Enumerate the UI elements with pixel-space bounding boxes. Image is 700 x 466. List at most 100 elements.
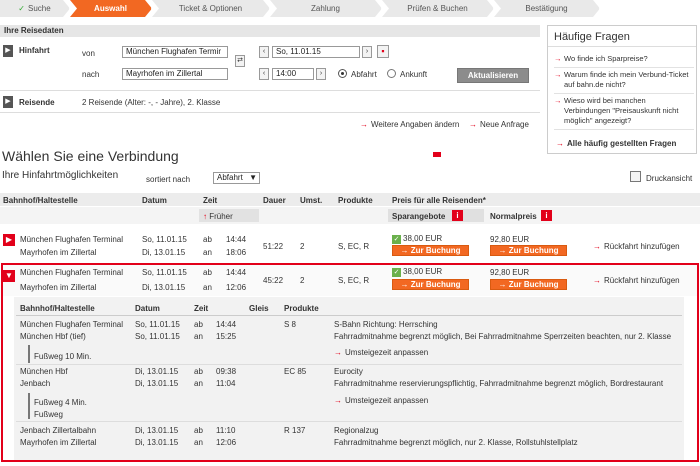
row-produkte: S, EC, R [338, 242, 370, 251]
abfahrt-label: Abfahrt [351, 70, 377, 79]
von-input[interactable]: München Flughafen Termir [122, 46, 228, 58]
collapse-hinfahrt-icon[interactable]: ▶ [3, 45, 13, 57]
aktualisieren-button[interactable]: Aktualisieren [457, 68, 529, 83]
arrow-right-icon: → [554, 96, 562, 105]
umsteigezeit-link[interactable]: → Umsteigezeit anpassen [334, 348, 428, 357]
rueckfahrt-link[interactable]: → Rückfahrt hinzufügen [593, 242, 680, 251]
divider [16, 364, 682, 365]
step-zahlung: Zahlung [270, 0, 382, 17]
faq-item[interactable]: → Wo finde ich Sparpreise? [554, 52, 694, 68]
detail-col-station: Bahnhof/Haltestelle [20, 304, 95, 313]
row-ab: ab [203, 235, 212, 244]
row-time-dep: 14:44 [226, 235, 247, 244]
row-date-arr: Di, 13.01.15 [142, 248, 186, 257]
leg-date: Di, 13.01.15 [135, 367, 179, 376]
expand-row-icon[interactable]: ▶ [3, 234, 15, 246]
neue-anfrage-link[interactable]: → Neue Anfrage [469, 120, 529, 129]
abfahrt-radio[interactable] [338, 69, 347, 78]
spar-price[interactable]: ✓ 38,00 EUR [392, 267, 442, 277]
time-input[interactable]: 14:00 [272, 68, 314, 80]
leg-product[interactable]: EC 85 [284, 367, 306, 376]
nach-input[interactable]: Mayrhofen im Zillertal [122, 68, 228, 80]
faq-item[interactable]: → Warum finde ich mein Verbund-Ticket auf… [554, 68, 694, 94]
zur-buchung-button[interactable]: → Zur Buchung [392, 279, 469, 290]
zur-buchung-button[interactable]: → Zur Buchung [490, 245, 567, 256]
normal-price[interactable]: 92,80 EUR [490, 235, 529, 244]
zur-buchung-button[interactable]: → Zur Buchung [392, 245, 469, 256]
leg-from: Jenbach Zillertalbahn [20, 426, 97, 435]
divider [16, 315, 682, 316]
swap-stations-button[interactable]: ⇄ [235, 55, 245, 67]
col-station: Bahnhof/Haltestelle [3, 196, 78, 205]
step-auswahl: Auswahl [70, 0, 152, 17]
walk-bar [28, 345, 30, 363]
col-umst: Umst. [300, 196, 323, 205]
leg-product[interactable]: S 8 [284, 320, 296, 329]
row-from: München Flughafen Terminal [20, 268, 124, 277]
calendar-icon[interactable]: ▪ [377, 45, 389, 58]
date-input[interactable]: So, 11.01.15 [272, 46, 360, 58]
faq-item[interactable]: → Wieso wird bei manchen Verbindungen "Pr… [554, 94, 694, 130]
walk-label: Fußweg [34, 410, 63, 419]
walk-bar [28, 393, 30, 419]
faq-list: → Wo finde ich Sparpreise? → Warum finde i… [554, 52, 694, 130]
time-prev-button[interactable]: ‹ [259, 68, 269, 80]
row-time-arr: 18:06 [226, 248, 247, 257]
leg-info: Fahrradmitnahme reservierungspflichtig, … [334, 379, 664, 388]
detail-col-gleis: Gleis [249, 304, 269, 313]
date-prev-button[interactable]: ‹ [259, 46, 269, 58]
weitere-angaben-link[interactable]: → Weitere Angaben ändern [360, 120, 459, 129]
leg-product[interactable]: R 137 [284, 426, 305, 435]
sort-select[interactable]: Abfahrt ▼ [213, 172, 260, 184]
druckansicht-link[interactable]: Druckansicht [646, 174, 692, 183]
info-icon[interactable]: i [541, 210, 552, 221]
sortiert-label: sortiert nach [146, 175, 191, 184]
col-dauer: Dauer [263, 196, 286, 205]
leg-from: München Flughafen Terminal [20, 320, 124, 329]
leg-an: an [194, 332, 203, 341]
leg-time: 14:44 [216, 320, 237, 329]
zur-buchung-button[interactable]: → Zur Buchung [490, 279, 567, 290]
collapse-row-icon[interactable]: ▼ [3, 270, 15, 282]
leg-ab: ab [194, 367, 203, 376]
reisende-label: Reisende [19, 98, 55, 107]
leg-an: an [194, 379, 203, 388]
normal-price[interactable]: 92,80 EUR [490, 268, 529, 277]
leg-time: 09:38 [216, 367, 237, 376]
leg-from: München Hbf [20, 367, 68, 376]
time-next-button[interactable]: › [316, 68, 326, 80]
faq-all-link[interactable]: → Alle häufig gestellten Fragen [556, 139, 676, 148]
ankunft-radio[interactable] [387, 69, 396, 78]
date-next-button[interactable]: › [362, 46, 372, 58]
arrow-right-icon: → [469, 120, 477, 129]
umsteigezeit-link[interactable]: → Umsteigezeit anpassen [334, 396, 428, 405]
leg-date: Di, 13.01.15 [135, 438, 179, 447]
step-suche[interactable]: ✓ Suche [0, 0, 70, 17]
divider [548, 46, 696, 47]
progress-steps: ✓ Suche Auswahl Ticket & Optionen Zahlung… [0, 0, 700, 17]
expand-reisende-icon[interactable]: ▶ [3, 96, 13, 108]
info-icon[interactable]: i [452, 210, 463, 221]
marker-icon [433, 152, 441, 157]
leg-info: Fahrradmitnahme begrenzt möglich, nur 2.… [334, 438, 578, 447]
rueckfahrt-link[interactable]: → Rückfahrt hinzufügen [593, 276, 680, 285]
leg-to: München Hbf (tief) [20, 332, 86, 341]
col-normal: Normalpreis [490, 212, 537, 221]
leg-date: Di, 13.01.15 [135, 426, 179, 435]
leg-date: So, 11.01.15 [135, 332, 180, 341]
row-umst: 2 [300, 242, 305, 251]
leg-ab: ab [194, 426, 203, 435]
von-label: von [82, 49, 95, 58]
spar-price[interactable]: ✓ 38,00 EUR [392, 234, 442, 244]
divider [0, 90, 540, 91]
check-icon: ✓ [18, 4, 25, 13]
row-time-dep: 14:44 [226, 268, 247, 277]
leg-date: So, 11.01.15 [135, 320, 180, 329]
leg-info: Fahrradmitnahme begrenzt möglich, Bei Fa… [334, 332, 672, 341]
frueher-link[interactable]: ↑ Früher [203, 212, 233, 221]
walk-label: Fußweg 4 Min. [34, 398, 87, 407]
arrow-right-icon: → [334, 348, 342, 357]
printer-icon[interactable] [630, 171, 641, 182]
leg-ab: ab [194, 320, 203, 329]
divider [16, 421, 682, 422]
